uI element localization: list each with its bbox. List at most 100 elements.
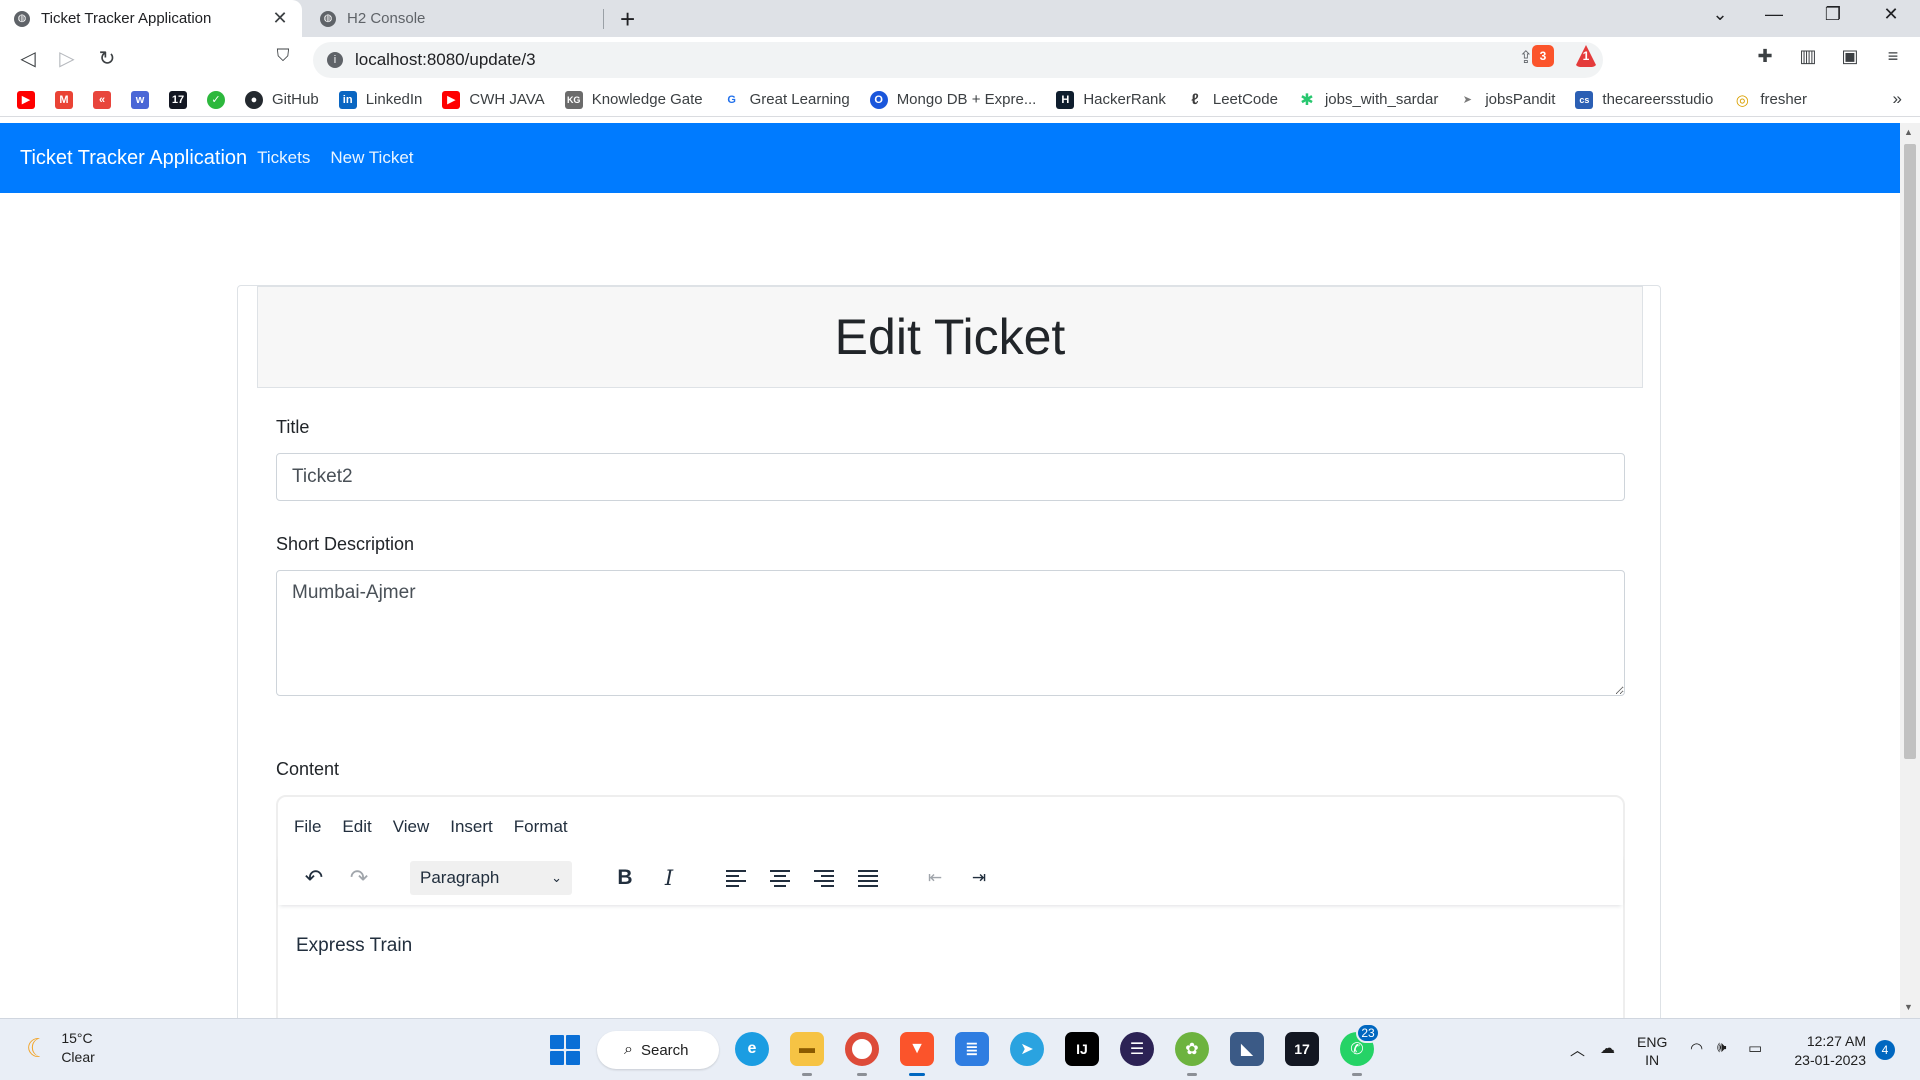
share-icon[interactable]: ⇪ (1519, 48, 1533, 68)
menu-icon[interactable]: ≡ (1880, 46, 1906, 67)
bookmark-leetcode[interactable]: ℓ LeetCode (1185, 90, 1278, 109)
more-bookmarks-icon[interactable]: » (1893, 89, 1902, 109)
outdent-icon[interactable]: ⇤ (918, 861, 952, 895)
volume-icon[interactable]: 🕪 (1717, 1039, 1726, 1056)
start-windows-icon[interactable] (550, 1035, 580, 1065)
align-justify-icon[interactable] (851, 861, 885, 895)
edge-icon[interactable]: e (735, 1032, 769, 1066)
running-indicator (1352, 1073, 1362, 1076)
italic-icon[interactable]: I (652, 861, 686, 895)
taskbar-search[interactable]: ⌕ Search (597, 1031, 719, 1069)
wallet-icon[interactable]: ▣ (1837, 46, 1863, 67)
bookmark-linkedin[interactable]: in LinkedIn (338, 90, 422, 109)
menu-edit[interactable]: Edit (342, 817, 371, 837)
navbar-brand[interactable]: Ticket Tracker Application (20, 147, 247, 170)
bookmark-icon[interactable]: ⛉ (269, 46, 297, 66)
scroll-up-icon[interactable]: ▲ (1904, 127, 1913, 137)
language-indicator[interactable]: ENG IN (1637, 1033, 1667, 1069)
globe-icon: ◍ (320, 10, 336, 27)
weather-desc: Clear (61, 1049, 95, 1065)
show-hidden-icons-chevron-icon[interactable]: ︿ (1570, 1039, 1585, 1060)
align-right-icon[interactable] (807, 861, 841, 895)
brave-shields-icon[interactable]: 3 (1532, 45, 1554, 67)
title-input[interactable] (276, 453, 1625, 501)
careersstudio-icon: cs (1575, 90, 1594, 109)
nav-link-tickets[interactable]: Tickets (257, 148, 310, 168)
address-bar[interactable]: i localhost:8080/update/3 ⇪ (313, 42, 1603, 78)
chrome-icon[interactable] (845, 1032, 879, 1066)
undo-icon[interactable]: ↶ (297, 861, 331, 895)
green-leaf-icon: ✓ (207, 90, 225, 109)
page-viewport: Ticket Tracker Application Tickets New T… (0, 123, 1900, 1018)
page-scrollbar[interactable]: ▲ ▼ (1900, 123, 1920, 1018)
indent-icon[interactable]: ⇥ (962, 861, 996, 895)
youtube-icon: ▶ (442, 90, 461, 109)
battery-icon[interactable]: ▭ (1748, 1039, 1762, 1057)
eclipse-icon[interactable]: ☰ (1120, 1032, 1154, 1066)
new-tab-button[interactable]: + (620, 4, 635, 35)
codechef-icon: « (93, 90, 111, 109)
redo-icon[interactable]: ↷ (342, 861, 376, 895)
intellij-icon[interactable]: IJ (1065, 1032, 1099, 1066)
minimize-icon[interactable]: — (1751, 4, 1797, 25)
notification-count-badge[interactable]: 4 (1875, 1040, 1895, 1060)
spring-tool-suite-icon[interactable]: ✿ (1175, 1032, 1209, 1066)
block-format-select[interactable]: Paragraph ⌄ (410, 861, 572, 895)
bookmark-youtube[interactable]: ▶ (17, 90, 35, 109)
bookmark-gmail[interactable]: M (55, 90, 73, 109)
bookmark-mongo[interactable]: O Mongo DB + Expre... (869, 90, 1036, 109)
mysql-workbench-icon[interactable]: ◣ (1230, 1032, 1264, 1066)
bookmark-green[interactable]: ✓ (207, 90, 225, 109)
extensions-puzzle-icon[interactable]: ✚ (1752, 46, 1778, 67)
telegram-icon[interactable]: ➤ (1010, 1032, 1044, 1066)
forward-icon[interactable]: ▷ (53, 46, 81, 71)
tab-h2-console[interactable]: ◍ H2 Console (306, 0, 602, 37)
reload-icon[interactable]: ↻ (93, 46, 121, 71)
back-icon[interactable]: ◁ (14, 46, 42, 71)
tradingview-icon[interactable]: 17 (1285, 1032, 1319, 1066)
bookmark-knowledge-gate[interactable]: KG Knowledge Gate (564, 90, 703, 109)
tab-search-chevron-icon[interactable]: ⌄ (1697, 4, 1743, 25)
tab-title: H2 Console (347, 10, 426, 27)
site-info-icon[interactable]: i (327, 52, 343, 68)
bookmark-codechef[interactable]: « (93, 90, 111, 109)
brave-icon[interactable]: ▼ (900, 1032, 934, 1066)
wifi-icon[interactable]: ◠ (1690, 1039, 1703, 1057)
bookmark-jobs-with-sardar[interactable]: ✱ jobs_with_sardar (1297, 90, 1438, 109)
file-explorer-icon[interactable]: ▬ (790, 1032, 824, 1066)
onedrive-cloud-icon[interactable]: ☁ (1600, 1039, 1615, 1057)
bookmark-w[interactable]: w (131, 90, 149, 109)
bold-icon[interactable]: B (608, 861, 642, 895)
scroll-down-icon[interactable]: ▼ (1904, 1002, 1913, 1012)
bookmark-label: LeetCode (1212, 91, 1278, 108)
short-description-textarea[interactable]: Mumbai-Ajmer (276, 570, 1625, 696)
align-left-icon[interactable] (719, 861, 753, 895)
tab-ticket-tracker[interactable]: ◍ Ticket Tracker Application ✕ (0, 0, 302, 37)
editor-content[interactable]: Express Train (296, 935, 412, 957)
bookmark-great-learning[interactable]: G Great Learning (722, 90, 850, 109)
clock[interactable]: 12:27 AM 23-01-2023 (1788, 1032, 1866, 1070)
close-window-icon[interactable]: ✕ (1868, 4, 1914, 25)
notepad-icon[interactable]: ≣ (955, 1032, 989, 1066)
close-tab-icon[interactable]: ✕ (270, 8, 290, 29)
menu-format[interactable]: Format (514, 817, 568, 837)
scrollbar-thumb[interactable] (1904, 144, 1916, 759)
bookmark-thecareersstudio[interactable]: cs thecareersstudio (1575, 90, 1713, 109)
restore-icon[interactable]: ❐ (1810, 4, 1856, 25)
menu-file[interactable]: File (294, 817, 321, 837)
bookmark-fresher[interactable]: ◎ fresher (1733, 90, 1807, 109)
bookmark-jobspandit[interactable]: ➤ jobsPandit (1458, 90, 1555, 109)
knowledge-gate-icon: KG (564, 90, 583, 109)
bookmarks-bar: ▶ M « w 17 ✓ ● GitHub in LinkedIn ▶ CWH JAV… (0, 83, 1920, 117)
sidebar-icon[interactable]: ▥ (1795, 46, 1821, 67)
bookmark-label: CWH JAVA (469, 91, 545, 108)
nav-link-new-ticket[interactable]: New Ticket (330, 148, 413, 168)
bookmark-github[interactable]: ● GitHub (245, 90, 319, 109)
menu-insert[interactable]: Insert (450, 817, 493, 837)
bookmark-hackerrank[interactable]: H HackerRank (1056, 90, 1166, 109)
bookmark-cwh-java[interactable]: ▶ CWH JAVA (442, 90, 545, 109)
menu-view[interactable]: View (393, 817, 430, 837)
align-center-icon[interactable] (763, 861, 797, 895)
bookmark-tradingview[interactable]: 17 (169, 90, 187, 109)
weather-widget[interactable]: ☾ 15°C Clear (26, 1029, 95, 1067)
